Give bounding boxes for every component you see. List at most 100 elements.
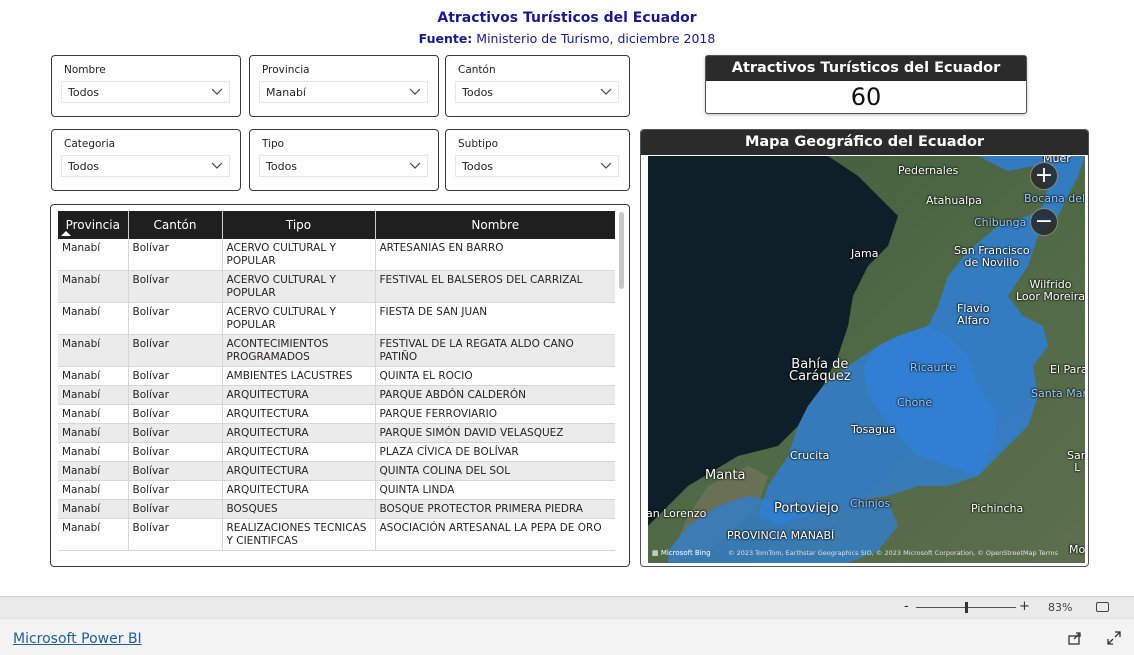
slicer-label: Tipo [262,138,285,150]
map-label-santa-mari: Santa Mari [1031,387,1085,400]
table-body: Manabí Bolívar ACERVO CULTURAL Y POPULAR AR… [58,239,615,551]
slicer-label: Subtipo [458,138,499,150]
map-label-jama: Jama [851,247,879,260]
chevron-down-icon [409,162,421,169]
map-title: Mapa Geográfico del Ecuador [641,130,1088,155]
fullscreen-icon[interactable] [1106,630,1122,646]
table-row[interactable]: Manabí Bolívar ARQUITECTURA QUINTA LINDA [58,480,615,500]
table-row[interactable]: Manabí Bolívar ACERVO CULTURAL Y POPULAR FI… [58,302,615,335]
slicer-categoria: Categoria Todos [51,129,241,191]
column-header-canton[interactable]: Cantón [128,211,223,239]
cell-provincia: Manabí [58,239,129,271]
slicer-dropdown-tipo[interactable]: Todos [259,155,428,177]
cell-canton: Bolívar [128,334,223,367]
slicer-label: Provincia [262,64,310,76]
cell-canton: Bolívar [128,480,223,500]
sort-ascending-icon [61,231,71,236]
zoom-out-button[interactable]: - [904,599,909,614]
report-title: Atractivos Turísticos del Ecuador [437,10,697,26]
column-header-label: Cantón [153,218,197,232]
slicer-value: Todos [68,86,100,99]
map-label-san-lorenzo: an Lorenzo [648,507,707,520]
map-label-manta: Manta [705,468,746,483]
map-label-crucita: Crucita [790,449,830,462]
column-header-label: Tipo [285,218,312,232]
cell-nombre: QUINTA EL ROCIO [375,366,615,386]
cell-canton: Bolívar [128,302,223,335]
table-row[interactable]: Manabí Bolívar ARQUITECTURA PARQUE SIMÓN DA… [58,423,615,443]
cell-nombre: QUINTA COLINA DEL SOL [375,461,615,481]
map-label-pedernales: Pedernales [898,164,959,177]
column-header-provincia[interactable]: Provincia [58,211,129,239]
map-canvas[interactable]: Muer Pedernales Atahualpa Bocana del R C… [648,156,1085,563]
bing-label: Microsoft Bing [660,549,711,557]
map-label-san-francisco: San Francisco de Novillo [954,244,1030,269]
slicer-nombre: Nombre Todos [51,55,241,117]
cell-tipo: ARQUITECTURA [222,442,376,462]
cell-provincia: Manabí [58,480,129,500]
column-header-tipo[interactable]: Tipo [222,211,376,239]
chevron-down-icon [211,88,223,95]
column-header-nombre[interactable]: Nombre [375,211,615,239]
cell-tipo: ACONTECIMIENTOS PROGRAMADOS [222,334,376,367]
table-row[interactable]: Manabí Bolívar ARQUITECTURA PARQUE ABDÓN CA… [58,385,615,405]
table-row[interactable]: Manabí Bolívar ARQUITECTURA PARQUE FERROVIA… [58,404,615,424]
map-label-portoviejo: Portoviejo [774,501,839,516]
chevron-down-icon [211,162,223,169]
slicer-label: Categoria [64,138,116,150]
map-label-tosagua: Tosagua [851,423,896,436]
cell-canton: Bolívar [128,385,223,405]
cell-canton: Bolívar [128,270,223,303]
share-icon[interactable] [1067,630,1083,646]
cell-provincia: Manabí [58,499,129,519]
table-scrollbar[interactable] [619,212,624,289]
cell-provincia: Manabí [58,442,129,462]
cell-tipo: ACERVO CULTURAL Y POPULAR [222,270,376,303]
table-row[interactable]: Manabí Bolívar ACONTECIMIENTOS PROGRAMADOS… [58,334,615,367]
cell-tipo: ARQUITECTURA [222,461,376,481]
cell-nombre: PARQUE SIMÓN DAVID VELASQUEZ [375,423,615,443]
attractions-table: Provincia Cantón Tipo Nombre Manabí Bolív… [58,211,615,551]
slicer-subtipo: Subtipo Todos [445,129,630,191]
slicer-dropdown-subtipo[interactable]: Todos [455,155,619,177]
cell-tipo: ARQUITECTURA [222,385,376,405]
map-zoom-out-button[interactable]: − [1030,208,1058,236]
canvas-gutter-right [1096,0,1134,596]
cell-canton: Bolívar [128,423,223,443]
zoom-slider-thumb[interactable] [965,602,968,613]
table-row[interactable]: Manabí Bolívar ARQUITECTURA PLAZA CÍVICA DE… [58,442,615,462]
report-subtitle: Fuente: Ministerio de Turismo, diciembre… [0,31,1134,46]
slicer-dropdown-canton[interactable]: Todos [455,81,619,103]
cell-nombre: FESTIVAL DE LA REGATA ALDO CANO PATIÑO [375,334,615,367]
power-bi-link[interactable]: Microsoft Power BI [13,631,142,647]
table-row[interactable]: Manabí Bolívar AMBIENTES LACUSTRES QUINTA E… [58,366,615,386]
map-zoom-in-button[interactable]: + [1030,162,1058,190]
table-row[interactable]: Manabí Bolívar BOSQUES BOSQUE PROTECTOR PRI… [58,499,615,519]
cell-nombre: PLAZA CÍVICA DE BOLÍVAR [375,442,615,462]
table-row[interactable]: Manabí Bolívar ACERVO CULTURAL Y POPULAR FE… [58,270,615,303]
slicer-value: Manabí [266,86,306,99]
cell-tipo: ARQUITECTURA [222,480,376,500]
powerbi-footer: Microsoft Power BI [0,618,1134,655]
cell-provincia: Manabí [58,461,129,481]
windows-logo-icon: ▦ [652,549,661,557]
table-row[interactable]: Manabí Bolívar ARQUITECTURA QUINTA COLINA D… [58,461,615,481]
zoom-in-button[interactable]: + [1019,599,1030,614]
cell-tipo: ACERVO CULTURAL Y POPULAR [222,239,376,271]
cell-canton: Bolívar [128,404,223,424]
cell-nombre: ASOCIACIÓN ARTESANAL LA PEPA DE ORO [375,518,615,551]
slicer-dropdown-provincia[interactable]: Manabí [259,81,428,103]
zoom-percentage: 83% [1048,601,1073,614]
slicer-label: Nombre [64,64,106,76]
slicer-dropdown-categoria[interactable]: Todos [61,155,230,177]
map-label-san-l: San L [1067,449,1085,474]
fit-to-page-icon[interactable] [1096,602,1109,612]
slicer-dropdown-nombre[interactable]: Todos [61,81,230,103]
map-copyright[interactable]: © 2023 TomTom, Earthstar Geographics SIO… [728,549,1058,557]
table-row[interactable]: Manabí Bolívar ACERVO CULTURAL Y POPULAR AR… [58,239,615,271]
table-row[interactable]: Manabí Bolívar REALIZACIONES TECNICAS Y CI… [58,518,615,551]
chevron-down-icon [409,88,421,95]
cell-tipo: REALIZACIONES TECNICAS Y CIENTIFCAS [222,518,376,551]
map-label-ricaurte: Ricaurte [910,361,957,374]
cell-tipo: ARQUITECTURA [222,404,376,424]
